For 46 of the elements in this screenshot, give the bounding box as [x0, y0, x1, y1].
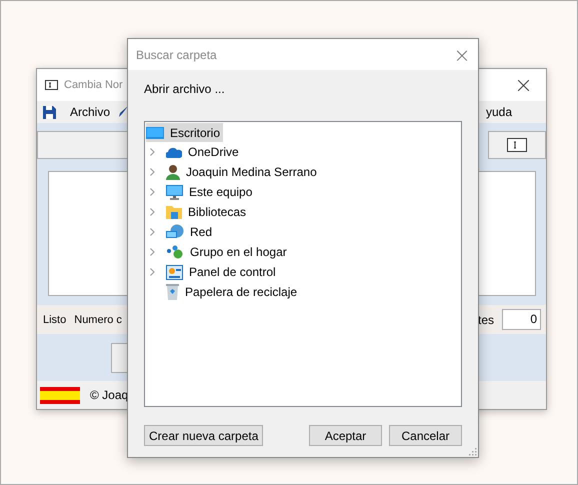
desktop-icon [146, 126, 164, 138]
status-label: tes [478, 312, 494, 326]
tree-item[interactable]: Bibliotecas [165, 202, 250, 222]
window-icon [45, 80, 58, 90]
menu-item[interactable]: yuda [486, 105, 512, 119]
resize-grip-icon[interactable] [468, 447, 477, 456]
chevron-icon[interactable] [150, 148, 155, 156]
chevron-icon[interactable] [150, 248, 155, 256]
pencil-icon[interactable] [118, 106, 128, 118]
tree-item[interactable]: Joaquin Medina Serrano [165, 162, 320, 182]
person-icon [166, 164, 180, 180]
new-folder-button[interactable]: Crear nueva carpeta [144, 425, 264, 446]
dialog-title: Buscar carpeta [136, 48, 217, 62]
tree-item[interactable]: Grupo en el hogar [165, 242, 290, 262]
prompt-text: Abrir archivo ... [144, 82, 226, 96]
window-title: Cambia Nor [64, 79, 123, 91]
chevron-icon[interactable] [150, 168, 155, 176]
status-text: Numero c [74, 314, 122, 326]
recycle-bin-icon [166, 284, 179, 300]
ok-button[interactable]: Aceptar [309, 425, 382, 446]
folder-tree[interactable]: Escritorio OneDrive Joaquin Medina Serrano Este equipo Bibliotecas Red Grupo en el hogar Panel de control Papelera de reciclaje [144, 121, 462, 407]
count-field[interactable]: 0 [502, 309, 541, 330]
menu-item[interactable]: Archivo [70, 105, 110, 119]
network-icon [166, 224, 184, 240]
monitor-icon [166, 184, 183, 200]
control-panel-icon [166, 264, 183, 280]
chevron-icon[interactable] [150, 268, 155, 276]
close-button[interactable]: × [446, 39, 478, 70]
flag-icon [40, 386, 80, 404]
chevron-icon[interactable] [150, 188, 155, 196]
status-text: Listo [43, 314, 66, 326]
tree-item[interactable]: OneDrive [165, 142, 242, 162]
window-icon [507, 138, 527, 152]
cloud-icon [166, 146, 182, 158]
tree-item[interactable]: Panel de control [165, 262, 279, 282]
tree-item[interactable]: Papelera de reciclaje [165, 282, 300, 302]
tree-item[interactable]: Escritorio [146, 123, 224, 142]
toolbar-button[interactable] [488, 131, 546, 159]
people-group-icon [166, 245, 184, 259]
chevron-icon[interactable] [150, 228, 155, 236]
chevron-icon[interactable] [150, 208, 155, 216]
tree-item[interactable]: Red [165, 222, 216, 242]
cancel-button[interactable]: Cancelar [389, 425, 462, 446]
folder-icon [166, 205, 182, 219]
tree-item[interactable]: Este equipo [165, 182, 256, 202]
close-icon[interactable] [518, 80, 529, 90]
